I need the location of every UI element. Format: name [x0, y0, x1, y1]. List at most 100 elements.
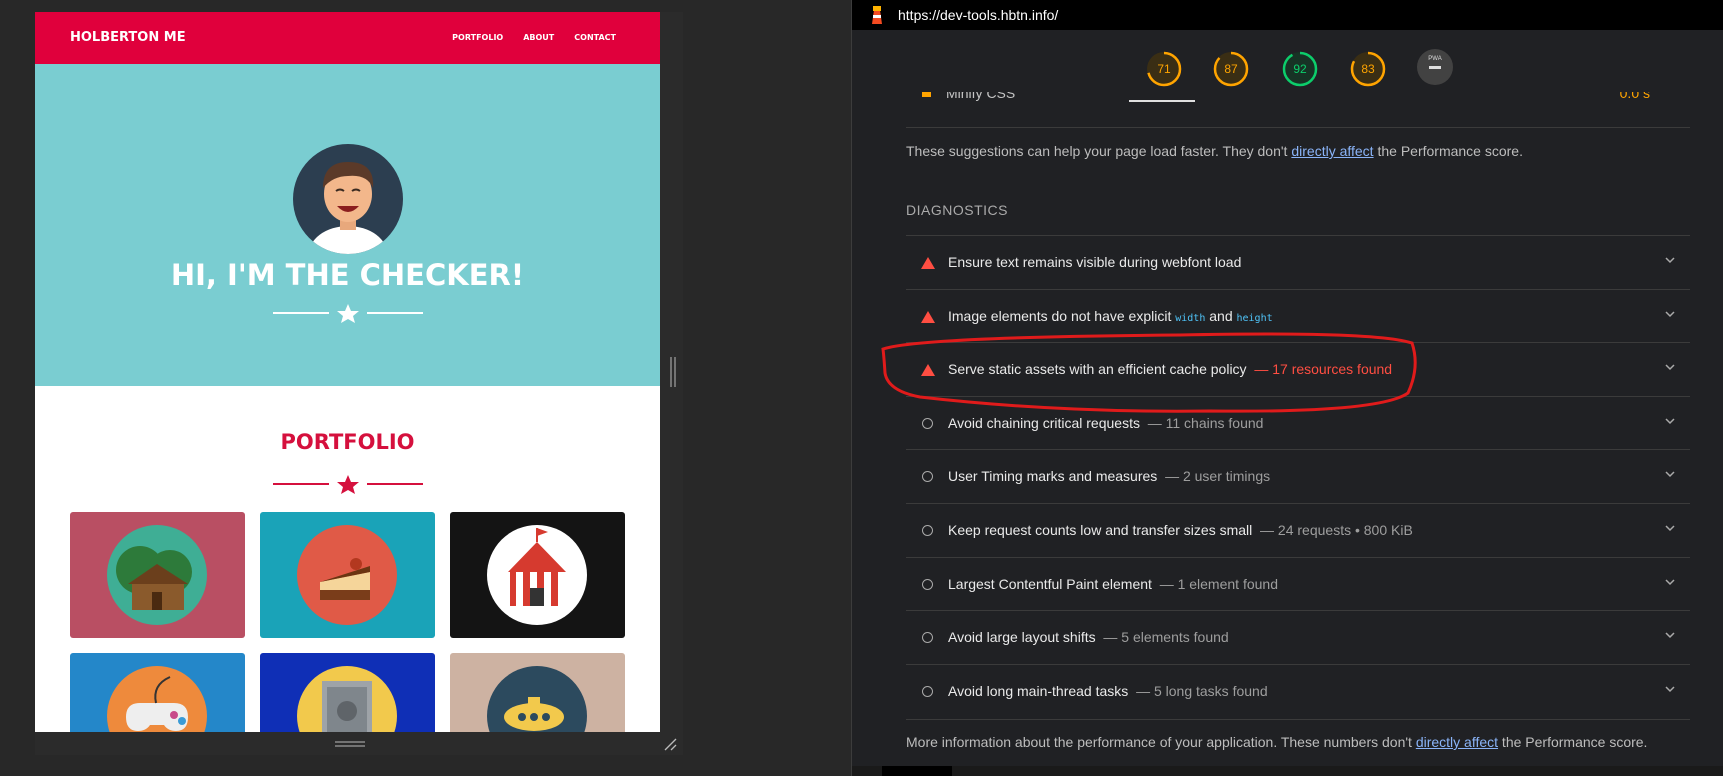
info-circle-icon	[922, 686, 933, 697]
site-page[interactable]: HOLBERTON ME PORTFOLIO ABOUT CONTACT HI,…	[35, 12, 660, 732]
resize-corner-icon[interactable]	[663, 737, 677, 751]
audit-title-and: and	[1205, 308, 1237, 324]
info-circle-icon	[922, 418, 933, 429]
lighthouse-icon	[872, 6, 882, 24]
site-navbar: HOLBERTON ME PORTFOLIO ABOUT CONTACT	[35, 12, 660, 64]
audit-title: Avoid large layout shifts — 5 elements f…	[948, 629, 1229, 645]
audit-value: 0.0 s	[1619, 92, 1650, 101]
lighthouse-panel: https://dev-tools.hbtn.info/ 71 87 92 83…	[852, 0, 1723, 776]
opportunities-note: These suggestions can help your page loa…	[906, 143, 1523, 159]
nav-link-about[interactable]: ABOUT	[523, 33, 554, 42]
note-text: the Performance score.	[1373, 143, 1523, 159]
chevron-down-icon[interactable]	[1664, 629, 1676, 641]
resize-handle-right[interactable]	[670, 357, 676, 387]
report-url[interactable]: https://dev-tools.hbtn.info/	[898, 7, 1058, 23]
resize-handle-bottom[interactable]	[335, 740, 365, 748]
score-gauge[interactable]: 71	[1145, 50, 1183, 88]
diagnostics-note: More information about the performance o…	[906, 734, 1647, 750]
audit-title-text: Largest Contentful Paint element	[948, 576, 1152, 592]
audit-row[interactable]: User Timing marks and measures — 2 user …	[906, 449, 1690, 503]
directly-affect-link[interactable]: directly affect	[1291, 143, 1373, 159]
gauge-score: 87	[1224, 62, 1238, 76]
portfolio-tile-cake[interactable]	[260, 512, 435, 638]
diagnostics-header: DIAGNOSTICS	[906, 202, 1008, 218]
audit-detail: — 24 requests • 800 KiB	[1260, 522, 1413, 538]
score-gauge[interactable]: 87	[1212, 50, 1250, 88]
audit-row[interactable]: Image elements do not have explicit widt…	[906, 289, 1690, 343]
gauge-score: 92	[1293, 62, 1307, 76]
audit-title: Serve static assets with an efficient ca…	[948, 361, 1392, 377]
pwa-dash-icon	[1429, 66, 1441, 69]
site-nav-links: PORTFOLIO ABOUT CONTACT	[452, 33, 616, 42]
bottom-tab-strip	[852, 766, 1723, 776]
info-circle-icon	[922, 579, 933, 590]
portfolio-tile-circus[interactable]	[450, 512, 625, 638]
chevron-down-icon[interactable]	[1664, 254, 1676, 266]
portfolio-tile-submarine[interactable]	[450, 653, 625, 732]
audit-row[interactable]: Ensure text remains visible during webfo…	[906, 235, 1690, 289]
audit-row[interactable]: Largest Contentful Paint element — 1 ele…	[906, 557, 1690, 611]
star-icon	[337, 475, 359, 494]
audit-title: User Timing marks and measures — 2 user …	[948, 468, 1270, 484]
audit-title-text: Image elements do not have explicit	[948, 308, 1176, 324]
code-width: width	[1175, 313, 1206, 324]
warning-square-icon	[922, 92, 931, 97]
audit-title: Image elements do not have explicit widt…	[948, 308, 1273, 324]
divider	[906, 127, 1690, 128]
chevron-down-icon[interactable]	[1664, 308, 1676, 320]
audit-detail: — 11 chains found	[1147, 415, 1264, 431]
audit-row[interactable]: Serve static assets with an efficient ca…	[906, 342, 1690, 396]
nav-link-portfolio[interactable]: PORTFOLIO	[452, 33, 503, 42]
portfolio-tile-safe[interactable]	[260, 653, 435, 732]
fail-triangle-icon	[921, 257, 935, 269]
directly-affect-link[interactable]: directly affect	[1416, 734, 1498, 750]
audit-title: Keep request counts low and transfer siz…	[948, 522, 1413, 538]
audit-row[interactable]: Avoid large layout shifts — 5 elements f…	[906, 610, 1690, 664]
hero-title: HI, I'M THE CHECKER!	[170, 258, 525, 292]
chevron-down-icon[interactable]	[1664, 683, 1676, 695]
audit-title-text: Avoid large layout shifts	[948, 629, 1096, 645]
chevron-down-icon[interactable]	[1664, 576, 1676, 588]
divider	[906, 719, 1690, 720]
audit-title-text: User Timing marks and measures	[948, 468, 1158, 484]
audit-title-text: Serve static assets with an efficient ca…	[948, 361, 1247, 377]
audit-row[interactable]: Keep request counts low and transfer siz…	[906, 503, 1690, 557]
score-gauge[interactable]: 83	[1349, 50, 1387, 88]
hero-section: HI, I'M THE CHECKER!	[35, 64, 660, 386]
fail-triangle-icon	[921, 364, 935, 376]
audit-row[interactable]: Avoid long main-thread tasks — 5 long ta…	[906, 664, 1690, 718]
audit-title: Ensure text remains visible during webfo…	[948, 254, 1242, 270]
info-circle-icon	[922, 525, 933, 536]
bottom-tab-active[interactable]	[882, 766, 952, 776]
active-tab-indicator	[1129, 100, 1195, 102]
chevron-down-icon[interactable]	[1664, 361, 1676, 373]
portfolio-tile-cabin[interactable]	[70, 512, 245, 638]
star-divider	[273, 475, 423, 494]
note-text: These suggestions can help your page loa…	[906, 143, 1292, 159]
nav-link-contact[interactable]: CONTACT	[574, 33, 616, 42]
portfolio-tile-game-controller[interactable]	[70, 653, 245, 732]
note-text: More information about the performance o…	[906, 734, 1416, 750]
site-brand[interactable]: HOLBERTON ME	[70, 30, 186, 45]
audit-detail: — 5 elements found	[1103, 629, 1229, 645]
audit-row-partial[interactable]: Minify CSS 0.0 s	[906, 92, 1690, 126]
chevron-down-icon[interactable]	[1664, 415, 1676, 427]
pwa-badge[interactable]: PWA	[1417, 49, 1453, 85]
audit-title: Avoid chaining critical requests — 11 ch…	[948, 415, 1263, 431]
star-divider	[273, 304, 423, 323]
star-icon	[337, 304, 359, 323]
pwa-label: PWA	[1428, 56, 1442, 62]
device-viewport: HOLBERTON ME PORTFOLIO ABOUT CONTACT HI,…	[35, 12, 683, 755]
audit-row[interactable]: Avoid chaining critical requests — 11 ch…	[906, 396, 1690, 450]
audit-title: Largest Contentful Paint element — 1 ele…	[948, 576, 1278, 592]
chevron-down-icon[interactable]	[1664, 522, 1676, 534]
audit-title-text: Keep request counts low and transfer siz…	[948, 522, 1253, 538]
audit-title: Minify CSS	[946, 92, 1016, 101]
score-gauge[interactable]: 92	[1281, 50, 1319, 88]
gauge-score: 71	[1157, 62, 1171, 76]
audit-title-text: Avoid chaining critical requests	[948, 415, 1140, 431]
audit-detail: — 2 user timings	[1165, 468, 1271, 484]
fail-triangle-icon	[921, 311, 935, 323]
note-text: the Performance score.	[1498, 734, 1648, 750]
chevron-down-icon[interactable]	[1664, 468, 1676, 480]
